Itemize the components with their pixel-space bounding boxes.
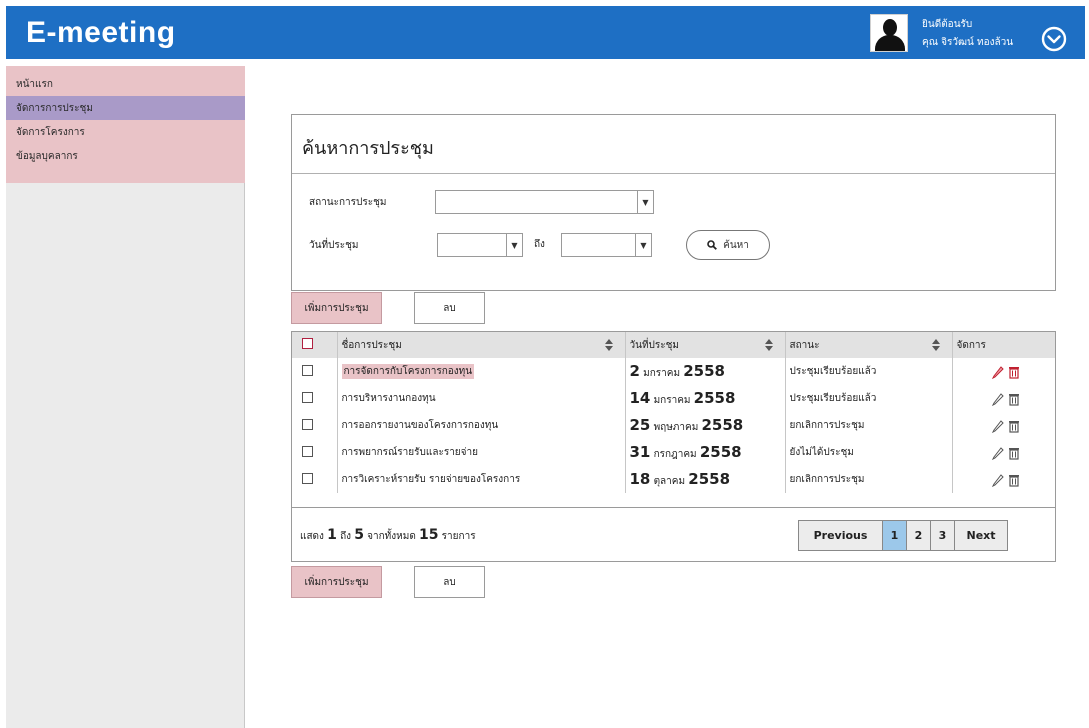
meeting-date: 14 มกราคม 2558: [625, 385, 786, 412]
meeting-status: ยกเลิกการประชุม: [785, 412, 953, 439]
date-to-select[interactable]: ▼: [561, 233, 652, 257]
sidebar-item-home[interactable]: หน้าแรก: [6, 72, 245, 96]
column-header-name[interactable]: ชื่อการประชุม: [337, 332, 626, 358]
edit-icon[interactable]: [991, 473, 1005, 487]
welcome-text: ยินดีต้อนรับ: [922, 18, 973, 30]
meeting-name[interactable]: การออกรายงานของโครงการกองทุน: [337, 412, 626, 439]
select-all-checkbox[interactable]: [302, 338, 313, 349]
sidebar-menu: หน้าแรก จัดการการประชุม จัดการโครงการ ข้…: [6, 66, 245, 183]
dropdown-arrow-icon: ▼: [506, 234, 522, 256]
row-checkbox[interactable]: [302, 445, 313, 457]
trash-icon[interactable]: [1007, 473, 1021, 487]
status-select[interactable]: ▼: [435, 190, 654, 214]
sort-icon[interactable]: [764, 339, 773, 351]
meeting-date: 31 กรกฎาคม 2558: [625, 439, 786, 466]
page-1-button[interactable]: 1: [883, 521, 907, 550]
search-panel: ค้นหาการประชุม สถานะการประชุม ▼ วันที่ปร…: [291, 114, 1056, 291]
edit-icon[interactable]: [991, 446, 1005, 460]
to-label: ถึง: [534, 239, 545, 250]
edit-icon[interactable]: [991, 365, 1005, 379]
sidebar-item-manage-meetings[interactable]: จัดการการประชุม: [6, 96, 245, 120]
meeting-name[interactable]: การวิเคราะห์รายรับ รายจ่ายของโครงการ: [337, 466, 626, 493]
sort-icon[interactable]: [604, 339, 613, 351]
dropdown-arrow-icon: ▼: [637, 191, 653, 213]
delete-button-bottom[interactable]: ลบ: [414, 566, 485, 598]
meeting-name[interactable]: การพยากรณ์รายรับและรายจ่าย: [337, 439, 626, 466]
pagination: Previous 1 2 3 Next: [798, 520, 1008, 551]
row-checkbox[interactable]: [302, 472, 313, 484]
table-row: การจัดการกับโครงการกองทุน 2 มกราคม 2558 …: [292, 358, 1055, 385]
table-row: การบริหารงานกองทุน 14 มกราคม 2558 ประชุม…: [292, 385, 1055, 412]
meeting-status: ประชุมเรียบร้อยแล้ว: [785, 385, 953, 412]
edit-icon[interactable]: [991, 419, 1005, 433]
search-title: ค้นหาการประชุม: [302, 138, 434, 159]
meeting-date: 18 ตุลาคม 2558: [625, 466, 786, 493]
date-label: วันที่ประชุม: [309, 240, 359, 251]
trash-icon[interactable]: [1007, 365, 1021, 379]
row-checkbox[interactable]: [302, 418, 313, 430]
column-header-date[interactable]: วันที่ประชุม: [625, 332, 786, 358]
table-footer: แสดง 1 ถึง 5 จากทั้งหมด 15 รายการ Previo…: [292, 507, 1055, 561]
column-header-manage: จัดการ: [952, 332, 1055, 358]
meeting-status: ยังไม่ได้ประชุม: [785, 439, 953, 466]
edit-icon[interactable]: [991, 392, 1005, 406]
previous-button[interactable]: Previous: [799, 521, 883, 550]
status-label: สถานะการประชุม: [309, 197, 387, 208]
add-meeting-button[interactable]: เพิ่มการประชุม: [291, 292, 382, 324]
table-row: การวิเคราะห์รายรับ รายจ่ายของโครงการ 18 …: [292, 466, 1055, 493]
row-checkbox[interactable]: [302, 391, 313, 403]
page-info: แสดง 1 ถึง 5 จากทั้งหมด 15 รายการ: [300, 527, 476, 543]
search-icon: [707, 240, 718, 250]
meeting-name[interactable]: การบริหารงานกองทุน: [337, 385, 626, 412]
sidebar: หน้าแรก จัดการการประชุม จัดการโครงการ ข้…: [6, 66, 245, 728]
trash-icon[interactable]: [1007, 419, 1021, 433]
sort-icon[interactable]: [931, 339, 940, 351]
dropdown-arrow-icon: ▼: [635, 234, 651, 256]
sidebar-item-personnel[interactable]: ข้อมูลบุคลากร: [6, 144, 245, 168]
sidebar-item-manage-projects[interactable]: จัดการโครงการ: [6, 120, 245, 144]
meeting-status: ยกเลิกการประชุม: [785, 466, 953, 493]
meeting-table: ชื่อการประชุม วันที่ประชุม สถานะ จัดการ …: [291, 331, 1056, 562]
meeting-status: ประชุมเรียบร้อยแล้ว: [785, 358, 953, 385]
top-header: E-meeting ยินดีต้อนรับ คุณ จิรวัฒน์ ทองล…: [6, 6, 1085, 59]
trash-icon[interactable]: [1007, 392, 1021, 406]
table-row: การพยากรณ์รายรับและรายจ่าย 31 กรกฎาคม 25…: [292, 439, 1055, 466]
date-from-select[interactable]: ▼: [437, 233, 523, 257]
add-meeting-button-bottom[interactable]: เพิ่มการประชุม: [291, 566, 382, 598]
delete-button[interactable]: ลบ: [414, 292, 485, 324]
meeting-date: 25 พฤษภาคม 2558: [625, 412, 786, 439]
user-name: คุณ จิรวัฒน์ ทองล้วน: [922, 36, 1014, 48]
table-header: ชื่อการประชุม วันที่ประชุม สถานะ จัดการ: [292, 332, 1055, 358]
meeting-date: 2 มกราคม 2558: [625, 358, 786, 385]
row-checkbox[interactable]: [302, 364, 313, 376]
user-info: ยินดีต้อนรับ คุณ จิรวัฒน์ ทองล้วน: [870, 12, 1013, 54]
search-button[interactable]: ค้นหา: [686, 230, 770, 260]
page-2-button[interactable]: 2: [907, 521, 931, 550]
table-row: การออกรายงานของโครงการกองทุน 25 พฤษภาคม …: [292, 412, 1055, 439]
app-title: E-meeting: [26, 15, 176, 49]
page-3-button[interactable]: 3: [931, 521, 955, 550]
select-all-cell: [292, 332, 338, 358]
chevron-down-circle-icon[interactable]: [1041, 26, 1067, 52]
trash-icon[interactable]: [1007, 446, 1021, 460]
column-header-status[interactable]: สถานะ: [785, 332, 953, 358]
meeting-name[interactable]: การจัดการกับโครงการกองทุน: [341, 364, 475, 379]
avatar[interactable]: [870, 14, 908, 52]
next-button[interactable]: Next: [955, 521, 1007, 550]
